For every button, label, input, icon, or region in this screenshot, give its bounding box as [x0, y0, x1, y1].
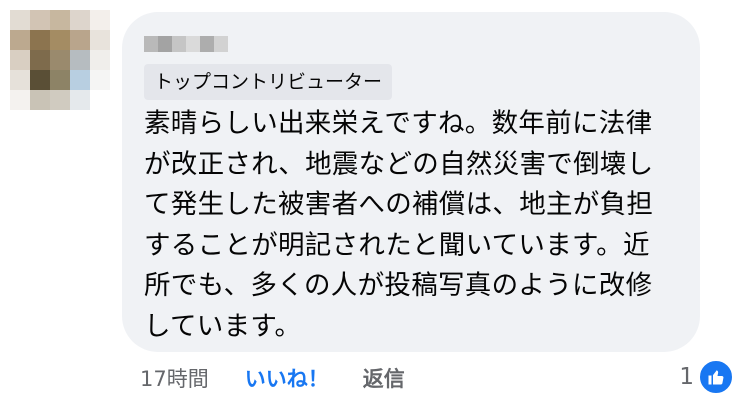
comment-line: が改正され、地震などの自然災害で倒壊し	[144, 148, 654, 180]
avatar[interactable]	[10, 10, 110, 110]
comment-container: トップコントリビューター 素晴らしい出来栄えですね。数年前に法律 が改正され、地…	[0, 0, 750, 413]
reply-button[interactable]: 返信	[363, 363, 405, 393]
comment-line: しています。	[144, 310, 302, 342]
top-contributor-badge[interactable]: トップコントリビューター	[144, 64, 393, 100]
thumbs-up-icon	[698, 359, 734, 395]
comment-bubble: トップコントリビューター 素晴らしい出来栄えですね。数年前に法律 が改正され、地…	[122, 12, 700, 352]
like-button[interactable]: いいね！	[245, 363, 329, 393]
comment-line: 素晴らしい出来栄えですね。数年前に法律	[144, 108, 653, 139]
comment-line: て発生した被害者への補償は、地主が負担	[144, 189, 654, 220]
reaction-summary[interactable]: 1	[679, 359, 734, 395]
reaction-count: 1	[679, 364, 694, 390]
comment-body: 素晴らしい出来栄えですね。数年前に法律 が改正され、地震などの自然災害で倒壊し …	[144, 104, 684, 347]
author-name[interactable]	[144, 36, 228, 52]
comment-actions: 17時間 いいね！ 返信	[140, 362, 405, 394]
comment-line: 所でも、多くの人が投稿写真のように改修	[144, 270, 653, 301]
timestamp-link[interactable]: 17時間	[140, 363, 209, 393]
comment-line: することが明記されたと聞いています。近	[144, 229, 650, 261]
